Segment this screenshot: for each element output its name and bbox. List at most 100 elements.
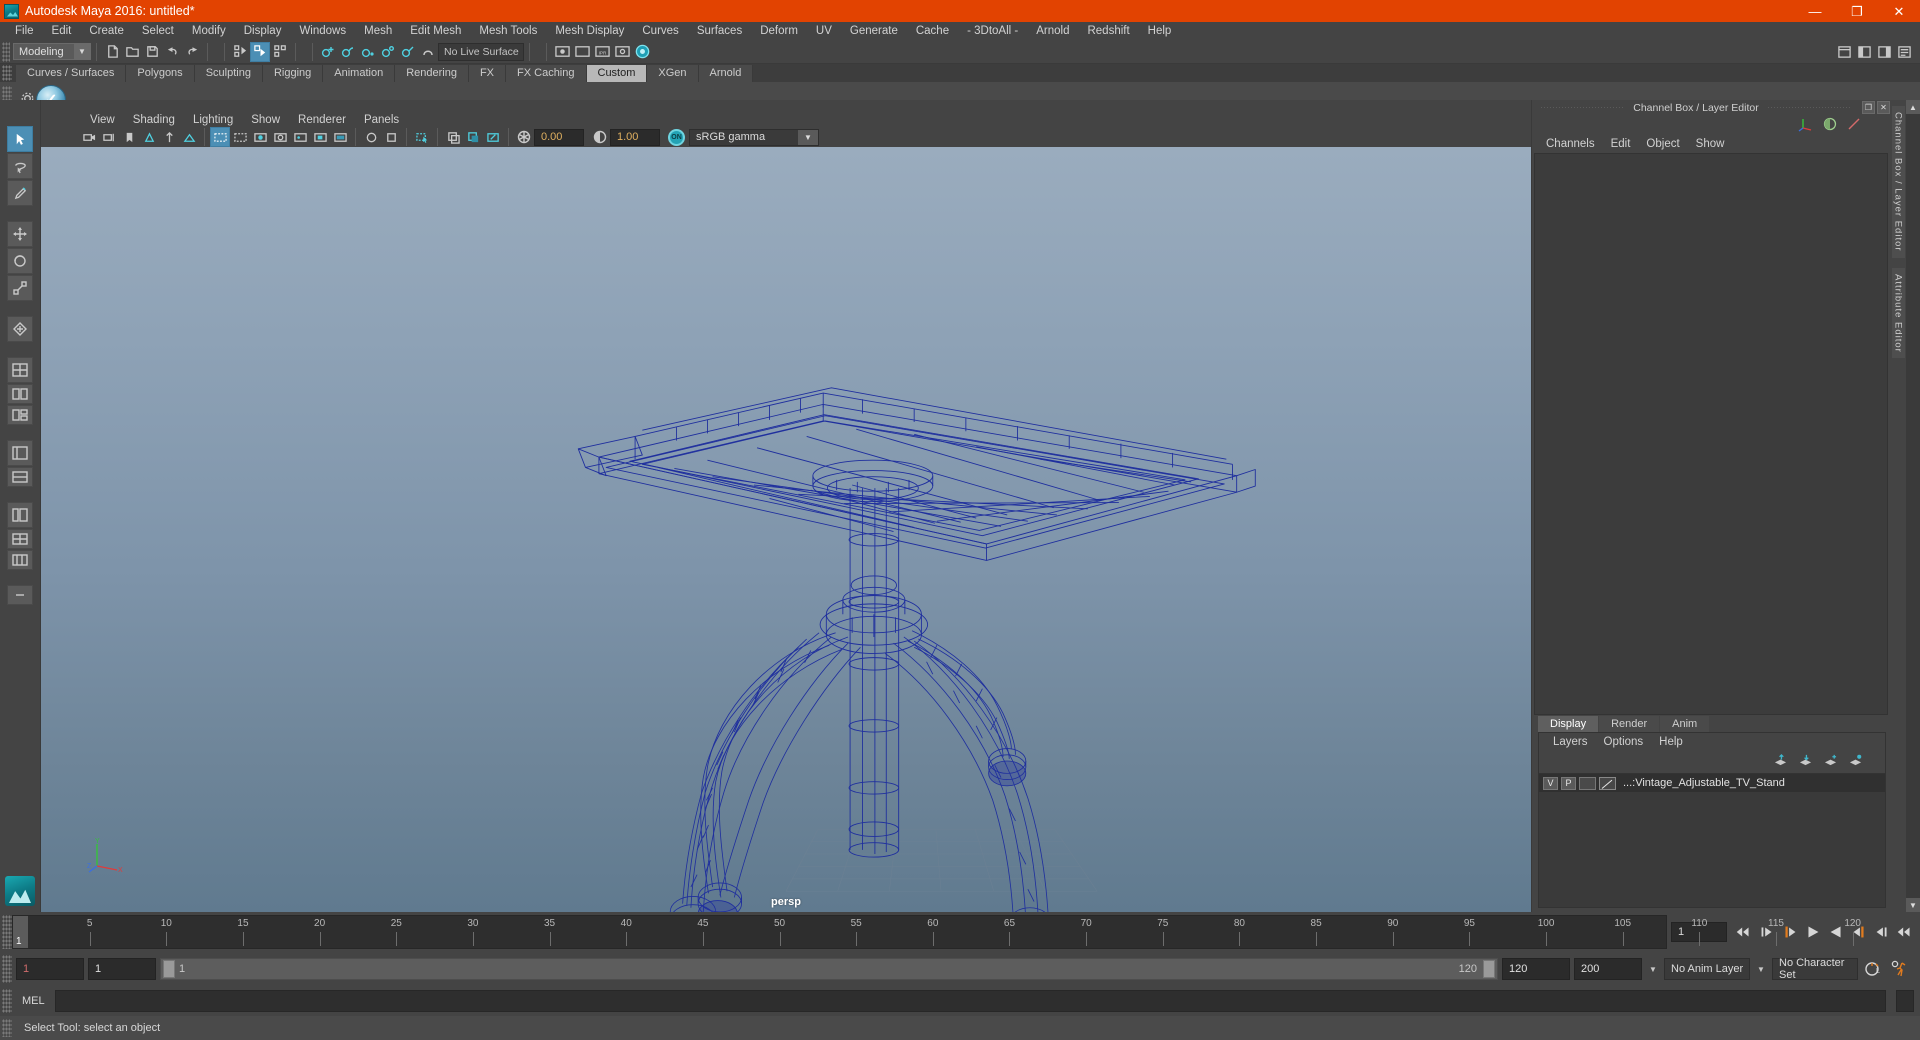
color-management-toggle[interactable]: ON [668, 128, 685, 146]
menu-3dtoall[interactable]: - 3DtoAll - [958, 22, 1027, 40]
shelf-tab-curves-surfaces[interactable]: Curves / Surfaces [16, 65, 127, 82]
gamma-value-field[interactable]: 1.00 [610, 128, 660, 146]
menu-create[interactable]: Create [80, 22, 133, 40]
lasso-tool-button[interactable] [7, 153, 33, 179]
layer-row[interactable]: V P ...:Vintage_Adjustable_TV_Stand [1539, 774, 1885, 792]
menu-modify[interactable]: Modify [183, 22, 235, 40]
close-button[interactable]: ✕ [1878, 0, 1920, 22]
channel-box-content[interactable] [1534, 153, 1888, 715]
layer-tab-render[interactable]: Render [1599, 716, 1660, 732]
layer-menu-help[interactable]: Help [1651, 736, 1691, 748]
command-language-label[interactable]: MEL [16, 995, 51, 1007]
time-slider-drag-handle[interactable] [2, 915, 12, 949]
shadows-display-icon[interactable] [310, 127, 330, 147]
shading-toggle-icon[interactable] [1822, 116, 1838, 135]
animation-preferences-icon[interactable] [1888, 958, 1910, 980]
go-to-end-icon[interactable] [1894, 921, 1916, 943]
menu-mesh-display[interactable]: Mesh Display [546, 22, 633, 40]
animation-start-field[interactable]: 1 [16, 958, 84, 980]
rotate-tool-button[interactable] [7, 248, 33, 274]
textured-display-icon[interactable] [270, 127, 290, 147]
minimize-button[interactable]: — [1794, 0, 1836, 22]
menu-help[interactable]: Help [1139, 22, 1181, 40]
layout-three-pane-button[interactable] [7, 405, 33, 425]
step-forward-key-icon[interactable] [1871, 921, 1893, 943]
select-camera-icon[interactable] [79, 127, 99, 147]
layer-color-swatch[interactable] [1599, 776, 1616, 790]
gamma-icon[interactable] [590, 127, 610, 147]
menu-arnold[interactable]: Arnold [1027, 22, 1078, 40]
layout-outliner-button[interactable] [7, 440, 33, 466]
menu-deform[interactable]: Deform [751, 22, 807, 40]
shelf-tab-custom[interactable]: Custom [586, 65, 648, 82]
exposure-icon[interactable] [514, 127, 534, 147]
select-by-object-type-button[interactable] [250, 41, 270, 62]
playback-end-field[interactable]: 120 [1502, 958, 1570, 980]
layer-list[interactable]: V P ...:Vintage_Adjustable_TV_Stand [1539, 773, 1885, 907]
resolution-gate-icon[interactable] [210, 127, 230, 148]
range-slider-bar[interactable]: 1 120 [160, 958, 1498, 980]
image-plane-icon[interactable] [139, 127, 159, 147]
shelf-tab-animation[interactable]: Animation [323, 65, 396, 82]
color-management-selector[interactable]: sRGB gamma ▼ [689, 128, 819, 146]
side-tab-channel-box-layer-editor[interactable]: Channel Box / Layer Editor [1891, 106, 1905, 258]
exposure-reset-icon[interactable] [483, 127, 503, 147]
scale-tool-button[interactable] [7, 275, 33, 301]
shelf-tab-arnold[interactable]: Arnold [698, 65, 754, 82]
layer-playback-toggle[interactable]: P [1561, 776, 1576, 790]
layer-menu-layers[interactable]: Layers [1545, 736, 1596, 748]
menu-select[interactable]: Select [133, 22, 183, 40]
select-tool-button[interactable] [7, 126, 33, 152]
menu-edit[interactable]: Edit [43, 22, 81, 40]
make-live-button[interactable] [418, 42, 438, 62]
isolate-select-icon[interactable] [412, 127, 432, 147]
manipulator-icon[interactable] [1798, 116, 1814, 135]
character-set-chevron-down-icon[interactable]: ▼ [1754, 958, 1768, 980]
attribute-editor-toggle-button[interactable] [1894, 42, 1914, 62]
shelf-tab-xgen[interactable]: XGen [647, 65, 699, 82]
range-end-handle[interactable] [1483, 960, 1495, 978]
viewport-menu-renderer[interactable]: Renderer [289, 114, 355, 126]
viewport-menu-show[interactable]: Show [242, 114, 289, 126]
shaded-display-icon[interactable] [250, 127, 270, 147]
new-layer-icon[interactable] [1823, 754, 1838, 770]
new-layer-from-selected-icon[interactable] [1848, 754, 1863, 770]
channel-box-menu-channels[interactable]: Channels [1538, 138, 1603, 150]
play-backwards-icon[interactable] [1802, 921, 1824, 943]
maximize-button[interactable]: ❐ [1836, 0, 1878, 22]
go-to-start-icon[interactable] [1733, 921, 1755, 943]
side-tab-attribute-editor[interactable]: Attribute Editor [1891, 267, 1905, 359]
float-panel-button[interactable]: ❐ [1862, 101, 1875, 114]
layer-type-toggle[interactable] [1579, 776, 1596, 790]
select-by-hierarchy-button[interactable] [230, 42, 250, 62]
menu-mesh-tools[interactable]: Mesh Tools [470, 22, 546, 40]
shelf-tab-polygons[interactable]: Polygons [126, 65, 195, 82]
menu-set-selector[interactable]: Modeling ▼ [13, 43, 91, 60]
snap-options-button[interactable] [7, 316, 33, 342]
snap-to-grid-button[interactable] [318, 42, 338, 62]
channel-box-menu-edit[interactable]: Edit [1603, 138, 1639, 150]
scroll-down-icon[interactable]: ▼ [1906, 898, 1920, 912]
shelf-drag-handle[interactable] [2, 65, 12, 81]
sidebar-toggle-right-button[interactable] [1874, 42, 1894, 62]
paint-selection-tool-button[interactable] [7, 180, 33, 206]
shelf-tab-sculpting[interactable]: Sculpting [194, 65, 263, 82]
layout-four-view-button[interactable] [7, 529, 33, 549]
layer-menu-options[interactable]: Options [1596, 736, 1652, 748]
range-start-handle[interactable] [163, 960, 175, 978]
layout-more-button[interactable] [7, 550, 33, 570]
layer-tab-display[interactable]: Display [1538, 716, 1599, 732]
layout-single-button[interactable] [7, 357, 33, 383]
close-panel-button[interactable]: ✕ [1877, 101, 1890, 114]
menu-curves[interactable]: Curves [633, 22, 687, 40]
xray-mode-icon[interactable] [443, 127, 463, 147]
layout-hypergraph-button[interactable] [7, 467, 33, 487]
menu-windows[interactable]: Windows [290, 22, 355, 40]
command-input[interactable] [54, 990, 1886, 1012]
range-slider-drag-handle[interactable] [2, 955, 12, 983]
grid-toggle-icon[interactable] [179, 127, 199, 147]
motion-blur-icon[interactable] [361, 127, 381, 147]
menu-cache[interactable]: Cache [907, 22, 958, 40]
camera-attributes-icon[interactable] [99, 127, 119, 147]
move-layer-up-icon[interactable] [1773, 754, 1788, 770]
